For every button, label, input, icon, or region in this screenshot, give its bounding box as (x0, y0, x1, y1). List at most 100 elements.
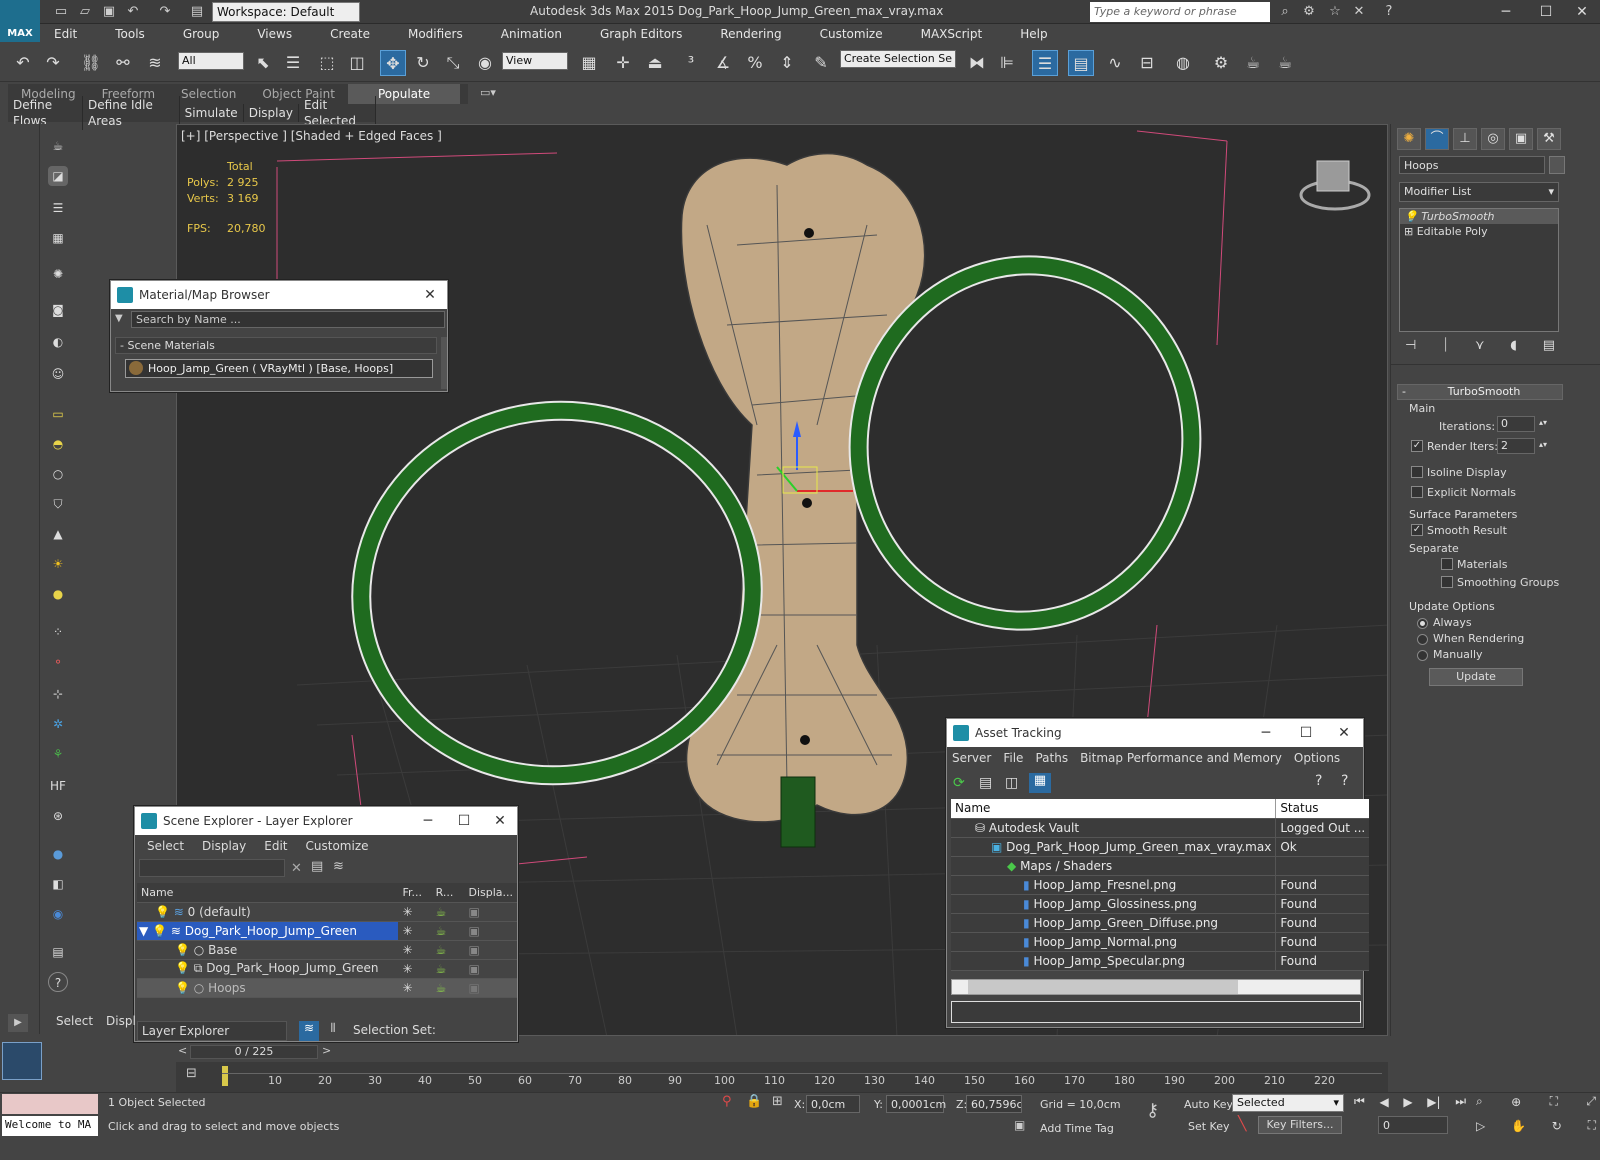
subscription-icon[interactable]: ⚙ (1300, 3, 1318, 21)
render-setup-icon[interactable]: ⚙ (1208, 50, 1234, 76)
lightbulb-icon[interactable]: 💡 (1404, 210, 1418, 223)
absolute-mode-icon[interactable]: ⊞ (772, 1094, 783, 1109)
object-row[interactable]: 💡 ○ Hoops ✳ ☕ ▣ (137, 978, 517, 998)
select-by-name-icon[interactable]: ☰ (280, 50, 306, 76)
exchange-icon[interactable]: ✕ (1350, 3, 1368, 21)
smooth-result-checkbox[interactable]: ✓ (1411, 524, 1423, 536)
redo-icon[interactable]: ↷ (40, 50, 66, 76)
menu-edit[interactable]: Edit (40, 24, 77, 44)
material-item[interactable]: Hoop_Jamp_Green ( VRayMtl ) [Base, Hoops… (125, 359, 433, 378)
freeze-icon[interactable]: ✳ (398, 959, 432, 979)
explorer-menu-select[interactable]: Select (147, 839, 184, 853)
new-file-icon[interactable]: ▭ (52, 3, 70, 21)
auto-key-button[interactable]: Auto Key (1184, 1098, 1233, 1111)
link-icon[interactable]: ⛓ (78, 50, 104, 76)
object-row[interactable]: 💡 ○ Base ✳ ☕ ▣ (137, 940, 517, 960)
asset-row[interactable]: ⛁ Autodesk Vault Logged Out ... (951, 818, 1370, 838)
display-box-icon[interactable]: ▣ (464, 978, 517, 998)
freeze-icon[interactable]: ✳ (398, 902, 432, 922)
render-frame-icon[interactable]: ☕ (1240, 50, 1266, 76)
keyboard-shortcut-icon[interactable]: ⏏ (642, 50, 668, 76)
explorer-search-input[interactable] (139, 859, 285, 877)
add-time-tag-button[interactable]: Add Time Tag (1040, 1122, 1114, 1135)
asset-menu-bitmap[interactable]: Bitmap Performance and Memory (1080, 751, 1282, 765)
table-view-icon[interactable]: ▦ (1029, 773, 1051, 793)
plane-icon[interactable]: ▭ (48, 404, 68, 424)
asset-row[interactable]: ▮ Hoop_Jamp_Glossiness.png Found (951, 894, 1370, 914)
asset-row[interactable]: ▮ Hoop_Jamp_Normal.png Found (951, 932, 1370, 952)
menu-animation[interactable]: Animation (487, 24, 562, 44)
layer-explorer-icon[interactable]: ≋ (299, 1021, 319, 1041)
unlink-icon[interactable]: ⚯ (110, 50, 136, 76)
list-icon[interactable]: ☰ (48, 198, 68, 218)
thumbnail-icon[interactable]: ◫ (1005, 775, 1018, 791)
spinner-arrows-icon[interactable]: ▴▾ (1539, 440, 1547, 449)
asset-path-field[interactable] (951, 1001, 1361, 1023)
molecule-icon[interactable]: ⚬ (48, 652, 68, 672)
isolate-icon[interactable]: ⚲ (722, 1094, 732, 1109)
define-idle-areas-button[interactable]: Define Idle Areas (83, 96, 180, 130)
layer-row[interactable]: 💡 ≋ 0 (default) ✳ ☕ ▣ (137, 902, 517, 922)
render-teapot-icon[interactable]: ☕ (431, 940, 465, 960)
workspace-select[interactable]: Workspace: Default (212, 2, 360, 22)
lock-selection-icon[interactable]: 🔒 (746, 1094, 762, 1109)
light-icon[interactable]: ✺ (48, 264, 68, 284)
configure-sets-icon[interactable]: ▤ (1543, 338, 1555, 353)
maximize-button[interactable]: ☐ (1526, 2, 1566, 22)
disc-icon[interactable]: ● (48, 584, 68, 604)
column-freeze[interactable]: Fr... (398, 883, 432, 903)
menu-customize[interactable]: Customize (806, 24, 883, 44)
show-end-result-icon[interactable]: ⏐ (1442, 338, 1449, 353)
tab-display[interactable]: Displ (106, 1014, 136, 1028)
time-slider[interactable]: < 0 / 225 > (176, 1044, 1388, 1060)
freeze-icon[interactable]: ✳ (398, 921, 432, 941)
light-bulb-icon[interactable]: 💡 (175, 961, 190, 975)
time-slider-thumb[interactable]: 0 / 225 (190, 1045, 318, 1059)
binoculars-icon[interactable]: ⌕ (1276, 3, 1294, 21)
display-button[interactable]: Display (244, 104, 299, 122)
grass-icon[interactable]: ⚘ (48, 744, 68, 764)
scene-materials-group[interactable]: - Scene Materials (115, 337, 437, 354)
align-icon[interactable]: ⊫ (994, 50, 1020, 76)
list-view-icon[interactable]: ▤ (979, 775, 992, 791)
remove-modifier-icon[interactable]: ◖ (1510, 338, 1517, 353)
render-iters-checkbox[interactable]: ✓ (1411, 440, 1423, 452)
gear-icon[interactable]: ✲ (48, 714, 68, 734)
asset-menu-options[interactable]: Options (1294, 751, 1340, 765)
edit-named-selection-icon[interactable]: ✎ (808, 50, 834, 76)
menu-graph-editors[interactable]: Graph Editors (586, 24, 682, 44)
go-to-end-icon[interactable]: ⏭ (1455, 1094, 1466, 1109)
mini-curve-editor-icon[interactable]: ⊟ (186, 1066, 206, 1086)
project-folder-icon[interactable]: ▤ (188, 3, 206, 21)
zoom-extents-icon[interactable]: ⤢ (1586, 1094, 1596, 1109)
clear-search-icon[interactable]: ✕ (291, 861, 302, 876)
angle-snap-icon[interactable]: ∡ (710, 50, 736, 76)
selection-filter-select[interactable]: All (178, 52, 244, 70)
modify-tab-icon[interactable]: ⌒ (1425, 128, 1449, 150)
menu-rendering[interactable]: Rendering (706, 24, 781, 44)
zoom-icon[interactable]: ⌕ (1476, 1094, 1483, 1109)
material-editor-icon[interactable]: ◍ (1170, 50, 1196, 76)
y-coordinate-field[interactable]: 0,0001cm (886, 1095, 946, 1113)
hair-icon[interactable]: HF (48, 776, 68, 796)
redo-icon[interactable]: ↷ (156, 3, 174, 21)
material-sphere-icon[interactable]: ● (48, 844, 68, 864)
minimize-button[interactable]: ─ (1486, 2, 1526, 22)
fur-icon[interactable]: ⊛ (48, 806, 68, 826)
hierarchy-icon[interactable]: ⫴ (323, 1021, 343, 1041)
expand-icon[interactable]: ▶ (8, 1014, 28, 1032)
light-bulb-icon[interactable]: 💡 (152, 924, 167, 938)
rectangular-selection-icon[interactable]: ⬚ (314, 50, 340, 76)
favorites-star-icon[interactable]: ☆ (1326, 3, 1344, 21)
pivot-center-icon[interactable]: ▦ (576, 50, 602, 76)
key-mode-select[interactable]: Selected ▾ (1232, 1094, 1344, 1112)
menu-maxscript[interactable]: MAXScript (907, 24, 983, 44)
tab-select[interactable]: Select (56, 1014, 93, 1028)
maxscript-mini-listener[interactable]: Welcome to MA (2, 1116, 98, 1136)
asset-menu-server[interactable]: Server (952, 751, 991, 765)
hierarchy-tab-icon[interactable]: ⊥ (1453, 128, 1477, 150)
asset-row[interactable]: ◆ Maps / Shaders (951, 856, 1370, 876)
select-and-rotate-icon[interactable]: ↻ (410, 50, 436, 76)
mirror-icon[interactable]: ⧓ (964, 50, 990, 76)
column-status[interactable]: Status (1275, 799, 1370, 819)
